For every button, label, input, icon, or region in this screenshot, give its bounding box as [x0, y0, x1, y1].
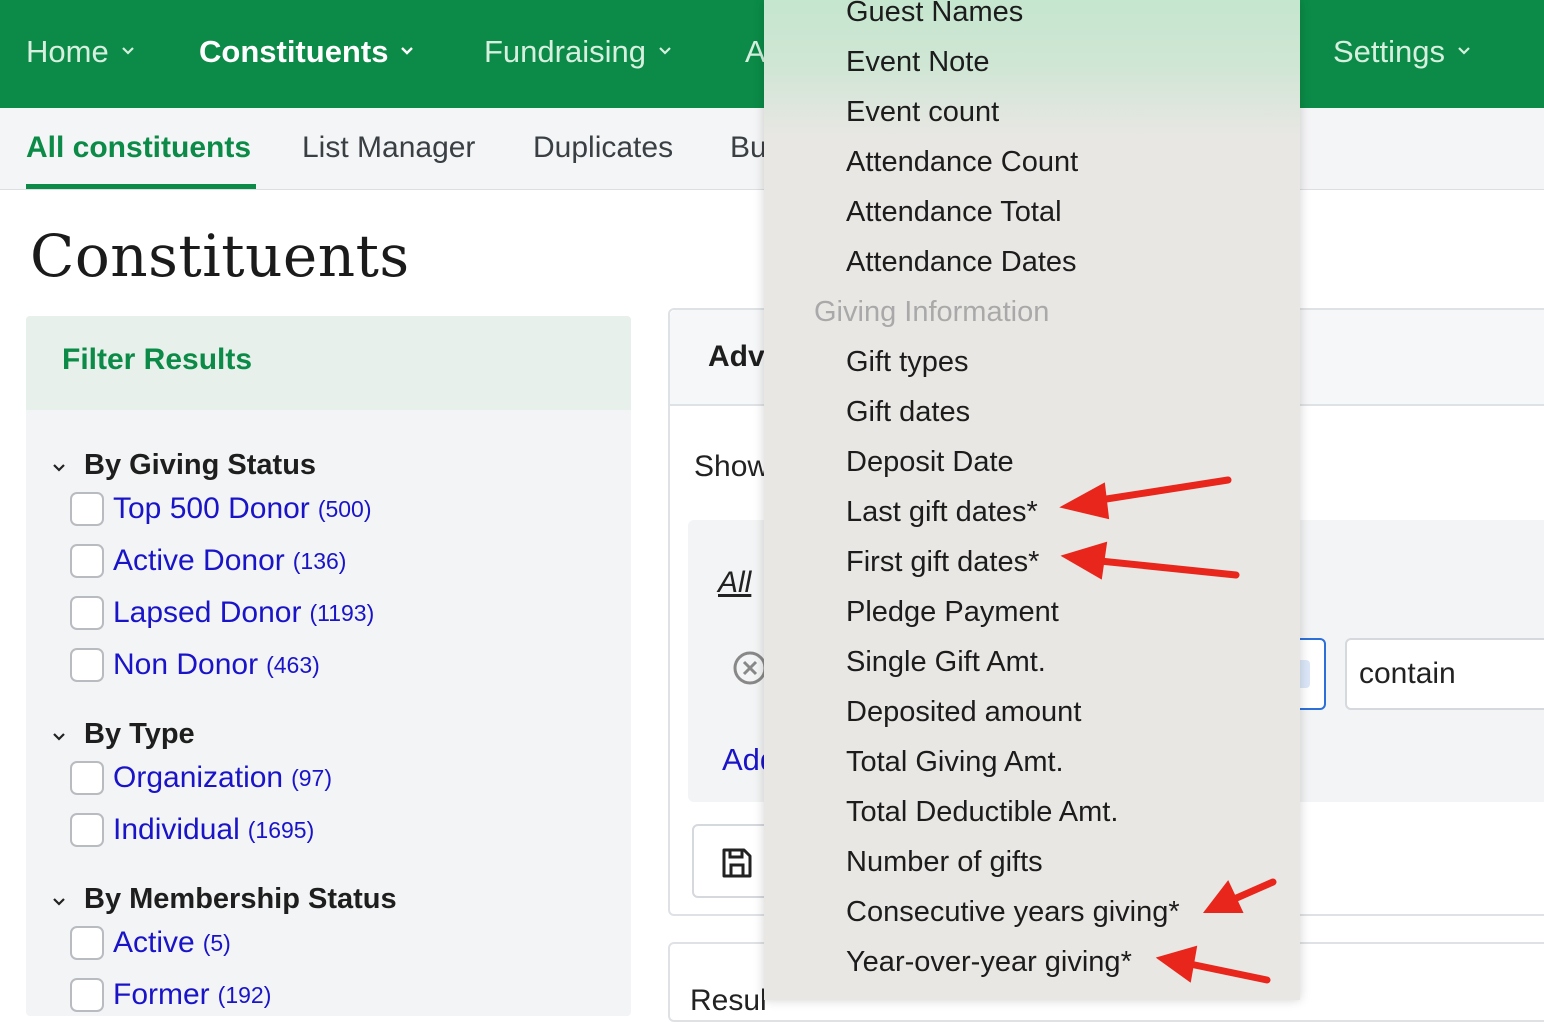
filter-option-label: Non Donor	[113, 648, 259, 681]
chevron-down-icon	[400, 46, 414, 56]
chevron-down-icon	[52, 448, 72, 481]
chevron-down-icon	[1457, 46, 1471, 56]
filter-option-label: Individual	[113, 813, 240, 846]
nav-home-label: Home	[26, 34, 109, 69]
filter-group-giving-status[interactable]: By Giving Status	[52, 449, 316, 483]
chevron-down-icon	[52, 717, 72, 750]
filter-option-label: Former	[113, 978, 210, 1011]
advanced-search-title: Adv	[708, 340, 765, 373]
active-tab-underline	[26, 184, 256, 189]
dropdown-option[interactable]: Guest Names	[846, 0, 1023, 32]
checkbox[interactable]	[70, 813, 104, 847]
dropdown-option[interactable]: First gift dates*	[846, 542, 1039, 582]
all-conditions-link[interactable]: All	[718, 566, 751, 600]
nav-settings-label: Settings	[1333, 34, 1446, 69]
tab-bu[interactable]: Bu	[730, 128, 767, 168]
checkbox[interactable]	[70, 544, 104, 578]
page-title: Constituents	[30, 222, 410, 290]
filter-option-label: Lapsed Donor	[113, 596, 302, 629]
filter-option-organization[interactable]: Organization (97)	[70, 761, 332, 801]
show-label: Show	[694, 450, 770, 483]
tab-all-constituents[interactable]: All constituents	[26, 128, 251, 168]
nav-a-label: A	[745, 34, 766, 69]
dropdown-option[interactable]: Last gift dates*	[846, 492, 1038, 532]
dropdown-option[interactable]: Event Note	[846, 42, 989, 82]
filter-option-count: (463)	[266, 651, 320, 678]
remove-condition-icon[interactable]	[732, 650, 768, 691]
dropdown-option[interactable]: Single Gift Amt.	[846, 642, 1046, 682]
filter-option-count: (97)	[291, 764, 333, 791]
filter-panel-header: Filter Results	[26, 316, 631, 410]
operator-select[interactable]: contain	[1345, 638, 1544, 710]
filter-option-former[interactable]: Former (192)	[70, 978, 271, 1018]
filter-option-count: (136)	[292, 547, 347, 574]
filter-option-count: (192)	[217, 981, 272, 1008]
dropdown-option[interactable]: Gift types	[846, 342, 969, 382]
dropdown-option[interactable]: Deposited amount	[846, 692, 1081, 732]
tab-list-manager[interactable]: List Manager	[302, 128, 475, 168]
nav-fundraising[interactable]: Fundraising	[484, 28, 672, 76]
dropdown-option[interactable]: Consecutive years giving*	[846, 892, 1180, 932]
chevron-down-icon	[121, 46, 135, 56]
checkbox[interactable]	[70, 596, 104, 630]
chevron-down-icon	[52, 882, 72, 915]
dropdown-option[interactable]: Year-over-year giving*	[846, 942, 1132, 982]
filter-option-count: (1695)	[247, 816, 315, 843]
tab-duplicates[interactable]: Duplicates	[533, 128, 673, 168]
dropdown-option[interactable]: Total Deductible Amt.	[846, 792, 1118, 832]
dropdown-option[interactable]: Attendance Dates	[846, 242, 1077, 282]
filter-option-label: Organization	[113, 761, 284, 794]
checkbox[interactable]	[70, 648, 104, 682]
filter-option-label: Active Donor	[113, 544, 285, 577]
filter-option-individual[interactable]: Individual (1695)	[70, 813, 314, 853]
results-title: Resul	[690, 984, 767, 1017]
filter-option-label: Active	[113, 926, 195, 959]
filter-group-membership-status[interactable]: By Membership Status	[52, 883, 397, 917]
filter-option-active-donor[interactable]: Active Donor (136)	[70, 544, 346, 584]
nav-home[interactable]: Home	[26, 28, 135, 76]
chevron-down-icon	[658, 46, 672, 56]
checkbox[interactable]	[70, 492, 104, 526]
dropdown-option[interactable]: Gift dates	[846, 392, 970, 432]
dropdown-option[interactable]: Attendance Total	[846, 192, 1062, 232]
dropdown-option[interactable]: Event count	[846, 92, 999, 132]
filter-option-count: (1193)	[309, 599, 375, 626]
dropdown-option[interactable]: Pledge Payment	[846, 592, 1059, 632]
filter-option-lapsed-donor[interactable]: Lapsed Donor (1193)	[70, 596, 374, 636]
filter-option-count: (5)	[202, 929, 231, 956]
filter-panel: Filter Results By Giving Status Top 500 …	[26, 316, 631, 1016]
nav-a[interactable]: A	[745, 28, 766, 76]
filter-group-title: By Giving Status	[84, 449, 317, 481]
checkbox[interactable]	[70, 978, 104, 1012]
nav-constituents-label: Constituents	[199, 34, 389, 69]
filter-option-label: Top 500 Donor	[113, 492, 310, 525]
checkbox[interactable]	[70, 761, 104, 795]
nav-fundraising-label: Fundraising	[484, 34, 646, 69]
filter-option-count: (500)	[317, 495, 372, 522]
filter-group-title: By Type	[84, 718, 195, 750]
filter-group-title: By Membership Status	[84, 883, 397, 915]
filter-group-type[interactable]: By Type	[52, 718, 195, 752]
checkbox[interactable]	[70, 926, 104, 960]
filter-option-active[interactable]: Active (5)	[70, 926, 231, 966]
filter-panel-title: Filter Results	[62, 343, 253, 376]
nav-settings[interactable]: Settings	[1333, 28, 1471, 76]
dropdown-group-label: Giving Information	[814, 296, 1050, 328]
dropdown-option[interactable]: Attendance Count	[846, 142, 1078, 182]
save-icon	[720, 846, 754, 885]
filter-option-non-donor[interactable]: Non Donor (463)	[70, 648, 320, 688]
dropdown-option[interactable]: Deposit Date	[846, 442, 1014, 482]
filter-option-top-500-donor[interactable]: Top 500 Donor (500)	[70, 492, 372, 532]
dropdown-highlight	[764, 0, 1300, 140]
nav-constituents[interactable]: Constituents	[199, 28, 414, 76]
dropdown-option[interactable]: Total Giving Amt.	[846, 742, 1064, 782]
dropdown-option[interactable]: Number of gifts	[846, 842, 1043, 882]
field-dropdown-menu[interactable]: Guest Names Event Note Event count Atten…	[764, 0, 1300, 1000]
